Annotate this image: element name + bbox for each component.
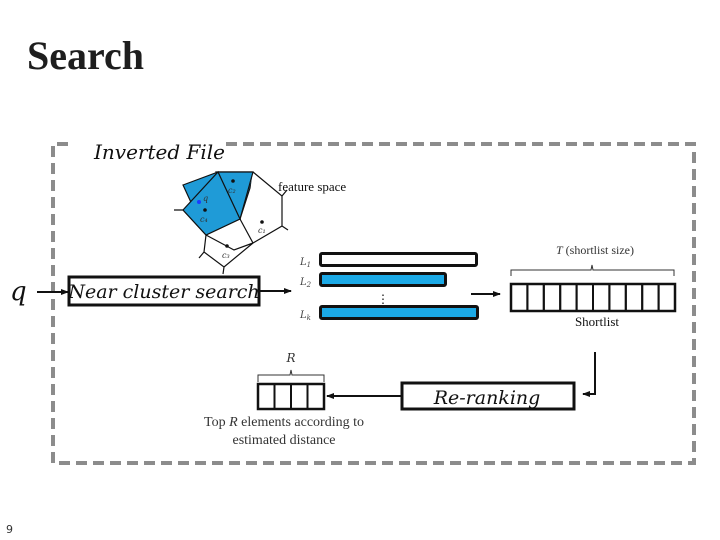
- top-r-caption-line1: Top R elements according to: [204, 415, 364, 430]
- feature-space-label: feature space: [278, 179, 346, 194]
- list-ellipsis: ⋮: [377, 292, 389, 306]
- shortlist: [509, 282, 677, 313]
- near-cluster-search-label: Near cluster search: [67, 281, 259, 303]
- top-r-var-label: R: [285, 351, 295, 365]
- to-reranking-arrow: [582, 352, 596, 397]
- list-label-l1: L1: [299, 257, 311, 269]
- centroid-c2: [231, 179, 235, 183]
- top-r-caption-line2: estimated distance: [232, 433, 335, 448]
- inverted-list-lk: [319, 305, 479, 320]
- query-point: [197, 200, 201, 204]
- query-label: q: [10, 277, 27, 307]
- centroid-c1: [260, 220, 264, 224]
- shortlist-size-label: T (shortlist size): [556, 243, 634, 257]
- reranking-label: Re-ranking: [433, 387, 541, 409]
- label-c3: c₃: [222, 251, 230, 260]
- top-r-brace: [257, 369, 325, 382]
- centroid-c4: [203, 208, 207, 212]
- label-c4: c₄: [200, 215, 208, 224]
- list-label-l2: L2: [299, 277, 312, 289]
- list-label-lk: Lk: [299, 310, 311, 322]
- inverted-file-label: Inverted File: [93, 140, 225, 164]
- centroid-c3: [225, 244, 229, 248]
- search-diagram: Inverted File c₂ c₄ c₁ c₃ q feature spac…: [10, 140, 696, 465]
- inverted-list-l2: [319, 272, 447, 287]
- top-r-list: [256, 382, 326, 411]
- label-q-point: q: [203, 194, 208, 203]
- shortlist-brace: [510, 264, 675, 276]
- inverted-lists: L1 L2 Lk ⋮: [299, 252, 479, 322]
- voronoi-diagram: c₂ c₄ c₁ c₃ q: [174, 170, 289, 275]
- label-c1: c₁: [258, 226, 266, 235]
- page-number: 9: [6, 523, 13, 536]
- inverted-list-l1: [319, 252, 478, 267]
- shortlist-label: Shortlist: [575, 314, 619, 329]
- label-c2: c₂: [228, 186, 236, 195]
